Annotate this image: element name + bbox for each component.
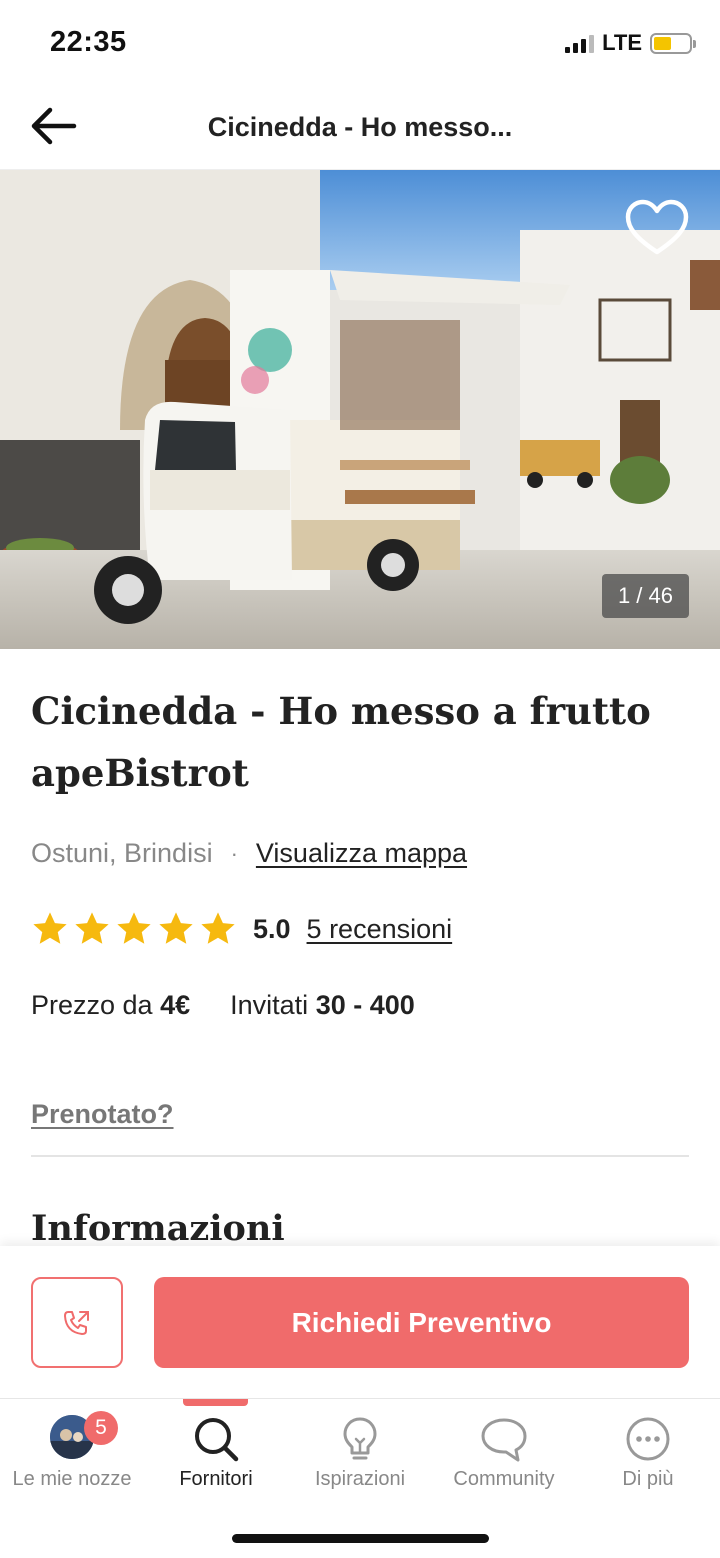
heart-icon[interactable] [624, 198, 690, 258]
location-row: Ostuni, Brindisi · Visualizza mappa [31, 838, 467, 869]
gallery-image[interactable]: 1 / 46 [0, 170, 720, 649]
request-quote-button[interactable]: Richiedi Preventivo [154, 1277, 689, 1368]
separator-dot: · [230, 840, 238, 866]
tab-fornitori[interactable]: Fornitori [144, 1399, 288, 1509]
lightbulb-icon [343, 1417, 377, 1460]
star-icon [159, 912, 193, 944]
booked-link[interactable]: Prenotato? [31, 1099, 174, 1130]
image-counter: 1 / 46 [601, 574, 689, 618]
home-indicator [232, 1534, 489, 1543]
tab-label: Fornitori [179, 1468, 253, 1490]
more-icon [626, 1417, 670, 1461]
status-time: 22:35 [50, 26, 127, 58]
status-icons: LTE [565, 30, 696, 56]
tab-label: Le mie nozze [12, 1468, 132, 1490]
guests-label: Invitati [230, 990, 309, 1020]
guests-value: 30 - 400 [315, 990, 415, 1020]
call-button[interactable] [31, 1277, 123, 1368]
guests-info: Invitati 30 - 400 [230, 990, 415, 1021]
star-icon [201, 912, 235, 944]
nav-header: Cicinedda - Ho messo... [0, 90, 720, 170]
vendor-location: Ostuni, Brindisi [31, 838, 213, 868]
rating-row: 5.0 5 recensioni [31, 910, 452, 948]
page-title: Cicinedda - Ho messo... [207, 112, 513, 142]
phone-icon [64, 1310, 89, 1335]
price-row: Prezzo da 4€ Invitati 30 - 400 [31, 990, 415, 1021]
tab-di-piu[interactable]: Di più [576, 1399, 720, 1509]
tab-ispirazioni[interactable]: Ispirazioni [288, 1399, 432, 1509]
status-bar: 22:35 LTE [0, 0, 720, 90]
tab-label: Di più [622, 1468, 674, 1490]
reviews-link[interactable]: 5 recensioni [307, 914, 453, 945]
battery-icon [650, 32, 696, 54]
star-icon [75, 912, 109, 944]
action-bar: Richiedi Preventivo [0, 1246, 720, 1398]
tab-label: Community [453, 1468, 555, 1490]
tab-le-mie-nozze[interactable]: 5 Le mie nozze [0, 1399, 144, 1509]
vendor-name: Cicinedda - Ho messo a frutto apeBistrot [31, 689, 651, 795]
network-label: LTE [602, 30, 642, 55]
star-icon [117, 912, 151, 944]
rating-value: 5.0 [253, 913, 291, 944]
signal-icon [565, 33, 595, 53]
price-label: Prezzo da [31, 990, 153, 1020]
notification-badge: 5 [84, 1411, 118, 1445]
section-title-info: Informazioni [31, 1208, 285, 1249]
search-icon [195, 1418, 239, 1462]
divider [31, 1155, 689, 1157]
tab-community[interactable]: Community [432, 1399, 576, 1509]
price-value: 4€ [160, 990, 191, 1020]
chat-bubble-icon [481, 1418, 527, 1462]
tab-label: Ispirazioni [314, 1468, 406, 1490]
price-info: Prezzo da 4€ [31, 990, 190, 1021]
view-map-link[interactable]: Visualizza mappa [256, 838, 467, 869]
star-icon [33, 912, 67, 944]
rating-stars [31, 910, 237, 948]
